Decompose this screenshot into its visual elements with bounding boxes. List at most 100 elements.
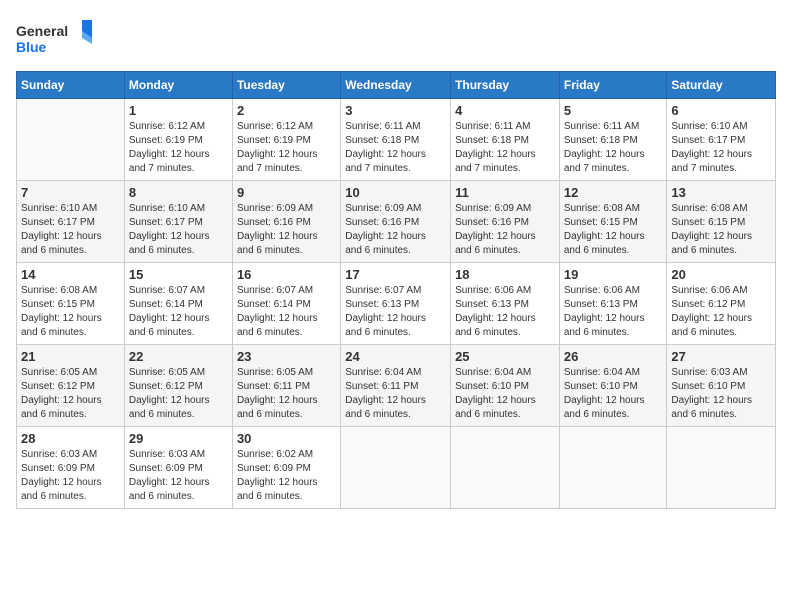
- calendar-week-3: 14 Sunrise: 6:08 AMSunset: 6:15 PMDayligh…: [17, 263, 776, 345]
- day-info: Sunrise: 6:03 AMSunset: 6:09 PMDaylight:…: [129, 448, 228, 504]
- calendar-cell: 12 Sunrise: 6:08 AMSunset: 6:15 PMDayligh…: [559, 181, 667, 263]
- day-info: Sunrise: 6:07 AMSunset: 6:14 PMDaylight:…: [237, 284, 336, 340]
- day-info: Sunrise: 6:04 AMSunset: 6:10 PMDaylight:…: [455, 366, 555, 422]
- day-number: 8: [129, 185, 228, 200]
- day-number: 27: [671, 349, 771, 364]
- col-header-wednesday: Wednesday: [341, 72, 451, 99]
- calendar-week-4: 21Sunrise: 6:05 AMSunset: 6:12 PMDayligh…: [17, 345, 776, 427]
- calendar-week-1: 1Sunrise: 6:12 AMSunset: 6:19 PMDaylight…: [17, 99, 776, 181]
- day-info: Sunrise: 6:10 AMSunset: 6:17 PMDaylight:…: [129, 202, 228, 258]
- logo: General Blue: [16, 16, 96, 61]
- day-number: 12: [564, 185, 663, 200]
- day-info: Sunrise: 6:04 AMSunset: 6:11 PMDaylight:…: [345, 366, 446, 422]
- calendar-cell: [667, 427, 776, 509]
- day-info: Sunrise: 6:11 AMSunset: 6:18 PMDaylight:…: [564, 120, 663, 176]
- calendar-cell: [559, 427, 667, 509]
- svg-text:General: General: [16, 23, 68, 39]
- calendar-cell: 21Sunrise: 6:05 AMSunset: 6:12 PMDayligh…: [17, 345, 125, 427]
- day-number: 14: [21, 267, 120, 282]
- day-number: 25: [455, 349, 555, 364]
- calendar-cell: 24 Sunrise: 6:04 AMSunset: 6:11 PMDayligh…: [341, 345, 451, 427]
- calendar-cell: 13 Sunrise: 6:08 AMSunset: 6:15 PMDayligh…: [667, 181, 776, 263]
- calendar-cell: 30 Sunrise: 6:02 AMSunset: 6:09 PMDayligh…: [232, 427, 340, 509]
- col-header-saturday: Saturday: [667, 72, 776, 99]
- calendar-cell: 16 Sunrise: 6:07 AMSunset: 6:14 PMDayligh…: [232, 263, 340, 345]
- day-number: 15: [129, 267, 228, 282]
- day-info: Sunrise: 6:07 AMSunset: 6:13 PMDaylight:…: [345, 284, 446, 340]
- day-info: Sunrise: 6:10 AMSunset: 6:17 PMDaylight:…: [21, 202, 120, 258]
- calendar-header-row: SundayMondayTuesdayWednesdayThursdayFrid…: [17, 72, 776, 99]
- calendar-cell: 19 Sunrise: 6:06 AMSunset: 6:13 PMDayligh…: [559, 263, 667, 345]
- day-number: 20: [671, 267, 771, 282]
- calendar-cell: [451, 427, 560, 509]
- day-number: 13: [671, 185, 771, 200]
- calendar-cell: 17 Sunrise: 6:07 AMSunset: 6:13 PMDayligh…: [341, 263, 451, 345]
- calendar-cell: 27 Sunrise: 6:03 AMSunset: 6:10 PMDayligh…: [667, 345, 776, 427]
- calendar-cell: 25 Sunrise: 6:04 AMSunset: 6:10 PMDayligh…: [451, 345, 560, 427]
- page-header: General Blue: [16, 16, 776, 61]
- day-info: Sunrise: 6:06 AMSunset: 6:12 PMDaylight:…: [671, 284, 771, 340]
- day-number: 17: [345, 267, 446, 282]
- day-info: Sunrise: 6:03 AMSunset: 6:10 PMDaylight:…: [671, 366, 771, 422]
- day-info: Sunrise: 6:03 AMSunset: 6:09 PMDaylight:…: [21, 448, 120, 504]
- day-info: Sunrise: 6:06 AMSunset: 6:13 PMDaylight:…: [455, 284, 555, 340]
- day-info: Sunrise: 6:10 AMSunset: 6:17 PMDaylight:…: [671, 120, 771, 176]
- col-header-sunday: Sunday: [17, 72, 125, 99]
- day-number: 28: [21, 431, 120, 446]
- calendar-week-5: 28 Sunrise: 6:03 AMSunset: 6:09 PMDayligh…: [17, 427, 776, 509]
- col-header-tuesday: Tuesday: [232, 72, 340, 99]
- calendar-cell: 11 Sunrise: 6:09 AMSunset: 6:16 PMDayligh…: [451, 181, 560, 263]
- day-number: 19: [564, 267, 663, 282]
- day-number: 22: [129, 349, 228, 364]
- day-info: Sunrise: 6:05 AMSunset: 6:12 PMDaylight:…: [129, 366, 228, 422]
- day-number: 2: [237, 103, 336, 118]
- calendar-cell: 6 Sunrise: 6:10 AMSunset: 6:17 PMDaylight…: [667, 99, 776, 181]
- day-info: Sunrise: 6:06 AMSunset: 6:13 PMDaylight:…: [564, 284, 663, 340]
- day-info: Sunrise: 6:08 AMSunset: 6:15 PMDaylight:…: [564, 202, 663, 258]
- calendar-cell: 15 Sunrise: 6:07 AMSunset: 6:14 PMDayligh…: [124, 263, 232, 345]
- calendar-cell: 20 Sunrise: 6:06 AMSunset: 6:12 PMDayligh…: [667, 263, 776, 345]
- day-number: 30: [237, 431, 336, 446]
- svg-text:Blue: Blue: [16, 39, 47, 55]
- col-header-monday: Monday: [124, 72, 232, 99]
- calendar-cell: 18Sunrise: 6:06 AMSunset: 6:13 PMDayligh…: [451, 263, 560, 345]
- calendar-cell: 4Sunrise: 6:11 AMSunset: 6:18 PMDaylight…: [451, 99, 560, 181]
- day-info: Sunrise: 6:11 AMSunset: 6:18 PMDaylight:…: [345, 120, 446, 176]
- calendar-cell: 26 Sunrise: 6:04 AMSunset: 6:10 PMDayligh…: [559, 345, 667, 427]
- calendar-cell: 2Sunrise: 6:12 AMSunset: 6:19 PMDaylight…: [232, 99, 340, 181]
- calendar-cell: 8 Sunrise: 6:10 AMSunset: 6:17 PMDaylight…: [124, 181, 232, 263]
- calendar-week-2: 7 Sunrise: 6:10 AMSunset: 6:17 PMDaylight…: [17, 181, 776, 263]
- day-info: Sunrise: 6:05 AMSunset: 6:12 PMDaylight:…: [21, 366, 120, 422]
- calendar-cell: 28 Sunrise: 6:03 AMSunset: 6:09 PMDayligh…: [17, 427, 125, 509]
- calendar-cell: 23 Sunrise: 6:05 AMSunset: 6:11 PMDayligh…: [232, 345, 340, 427]
- day-number: 23: [237, 349, 336, 364]
- day-info: Sunrise: 6:12 AMSunset: 6:19 PMDaylight:…: [129, 120, 228, 176]
- day-info: Sunrise: 6:05 AMSunset: 6:11 PMDaylight:…: [237, 366, 336, 422]
- calendar-cell: 3Sunrise: 6:11 AMSunset: 6:18 PMDaylight…: [341, 99, 451, 181]
- day-number: 24: [345, 349, 446, 364]
- day-number: 7: [21, 185, 120, 200]
- day-info: Sunrise: 6:08 AMSunset: 6:15 PMDaylight:…: [21, 284, 120, 340]
- day-number: 10: [345, 185, 446, 200]
- calendar-cell: [17, 99, 125, 181]
- day-number: 16: [237, 267, 336, 282]
- calendar-cell: 1Sunrise: 6:12 AMSunset: 6:19 PMDaylight…: [124, 99, 232, 181]
- day-number: 6: [671, 103, 771, 118]
- day-number: 11: [455, 185, 555, 200]
- day-info: Sunrise: 6:07 AMSunset: 6:14 PMDaylight:…: [129, 284, 228, 340]
- logo-svg: General Blue: [16, 16, 96, 61]
- calendar-cell: 14 Sunrise: 6:08 AMSunset: 6:15 PMDayligh…: [17, 263, 125, 345]
- day-info: Sunrise: 6:08 AMSunset: 6:15 PMDaylight:…: [671, 202, 771, 258]
- day-info: Sunrise: 6:09 AMSunset: 6:16 PMDaylight:…: [345, 202, 446, 258]
- calendar-cell: 9Sunrise: 6:09 AMSunset: 6:16 PMDaylight…: [232, 181, 340, 263]
- day-info: Sunrise: 6:04 AMSunset: 6:10 PMDaylight:…: [564, 366, 663, 422]
- day-info: Sunrise: 6:02 AMSunset: 6:09 PMDaylight:…: [237, 448, 336, 504]
- day-number: 4: [455, 103, 555, 118]
- day-number: 29: [129, 431, 228, 446]
- day-number: 26: [564, 349, 663, 364]
- col-header-thursday: Thursday: [451, 72, 560, 99]
- calendar-cell: 29 Sunrise: 6:03 AMSunset: 6:09 PMDayligh…: [124, 427, 232, 509]
- col-header-friday: Friday: [559, 72, 667, 99]
- day-info: Sunrise: 6:09 AMSunset: 6:16 PMDaylight:…: [455, 202, 555, 258]
- calendar-cell: 7 Sunrise: 6:10 AMSunset: 6:17 PMDaylight…: [17, 181, 125, 263]
